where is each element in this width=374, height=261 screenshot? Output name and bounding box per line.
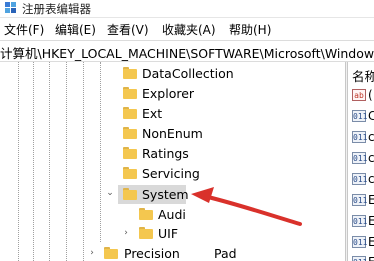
menu-help[interactable]: 帮助(H): [229, 21, 271, 38]
folder-icon: [123, 167, 137, 179]
binary-value-icon: 011: [352, 194, 368, 206]
tree-guide-line: [83, 62, 84, 261]
folder-icon: [123, 107, 137, 119]
binary-value-icon: 011: [352, 131, 368, 143]
folder-icon: [139, 208, 153, 220]
title-bar: 注册表编辑器: [0, 0, 374, 18]
column-header-name[interactable]: 名称: [352, 66, 374, 85]
binary-value-icon: 011: [352, 236, 368, 248]
tree-item-label: Precision: [124, 246, 180, 261]
menu-file[interactable]: 文件(F): [4, 21, 44, 38]
value-name: F: [368, 255, 374, 261]
registry-tree[interactable]: DataCollection Explorer Ext NonEnum Rati…: [0, 62, 345, 261]
string-value-icon: ab: [352, 89, 366, 101]
address-bar[interactable]: 计算机\HKEY_LOCAL_MACHINE\SOFTWARE\Microsof…: [0, 40, 374, 62]
value-name: E: [368, 214, 374, 228]
tree-item-label: Servicing: [142, 166, 200, 181]
menu-favorites[interactable]: 收藏夹(A): [162, 21, 216, 38]
tree-item-label: NonEnum: [142, 126, 203, 141]
tree-guide-line: [66, 62, 67, 261]
menu-bar: 文件(F) 编辑(E) 查看(V) 收藏夹(A) 帮助(H): [0, 18, 374, 39]
window-title: 注册表编辑器: [22, 2, 91, 16]
tree-item-label: Explorer: [142, 86, 195, 101]
folder-icon: [123, 127, 137, 139]
menu-view[interactable]: 查看(V): [107, 21, 149, 38]
tree-guide-line: [33, 62, 34, 261]
tree-guide-line: [100, 62, 101, 242]
folder-icon: [139, 227, 153, 239]
binary-value-icon: 011: [352, 110, 368, 122]
tree-item-label: UIF: [158, 226, 179, 241]
values-list[interactable]: 名称 ab ( 011 C 011 c 011 c 011 c 011 E 01…: [348, 62, 374, 261]
tree-item-label: Ratings: [142, 146, 189, 161]
folder-icon: [123, 188, 137, 200]
value-name: (: [368, 88, 373, 102]
binary-value-icon: 011: [352, 173, 368, 185]
folder-icon: [104, 247, 118, 259]
value-name: c: [368, 172, 374, 186]
menu-edit[interactable]: 编辑(E): [55, 21, 96, 38]
address-path[interactable]: 计算机\HKEY_LOCAL_MACHINE\SOFTWARE\Microsof…: [0, 43, 374, 61]
chevron-right-icon[interactable]: ›: [88, 249, 96, 258]
value-name: E: [368, 235, 374, 249]
folder-icon: [123, 147, 137, 159]
tree-item-label: DataCollection: [142, 66, 234, 81]
value-name: C: [368, 109, 374, 123]
binary-value-icon: 011: [352, 256, 367, 261]
value-name: c: [368, 130, 374, 144]
tree-item-label: Ext: [142, 106, 163, 121]
tree-item-label: Audi: [158, 207, 186, 222]
folder-icon: [123, 87, 137, 99]
binary-value-icon: 011: [352, 152, 368, 164]
tree-guide-line: [18, 62, 19, 261]
tree-item-label-tail: Pad: [214, 246, 237, 261]
folder-icon: [123, 67, 137, 79]
tree-guide-line: [49, 62, 50, 261]
value-name: E: [368, 193, 374, 207]
chevron-right-icon[interactable]: ›: [122, 229, 130, 238]
chevron-down-icon[interactable]: ⌄: [106, 189, 114, 198]
registry-editor-icon: [5, 2, 16, 13]
tree-item-label: System: [142, 187, 189, 202]
binary-value-icon: 011: [352, 215, 368, 227]
value-name: c: [368, 151, 374, 165]
